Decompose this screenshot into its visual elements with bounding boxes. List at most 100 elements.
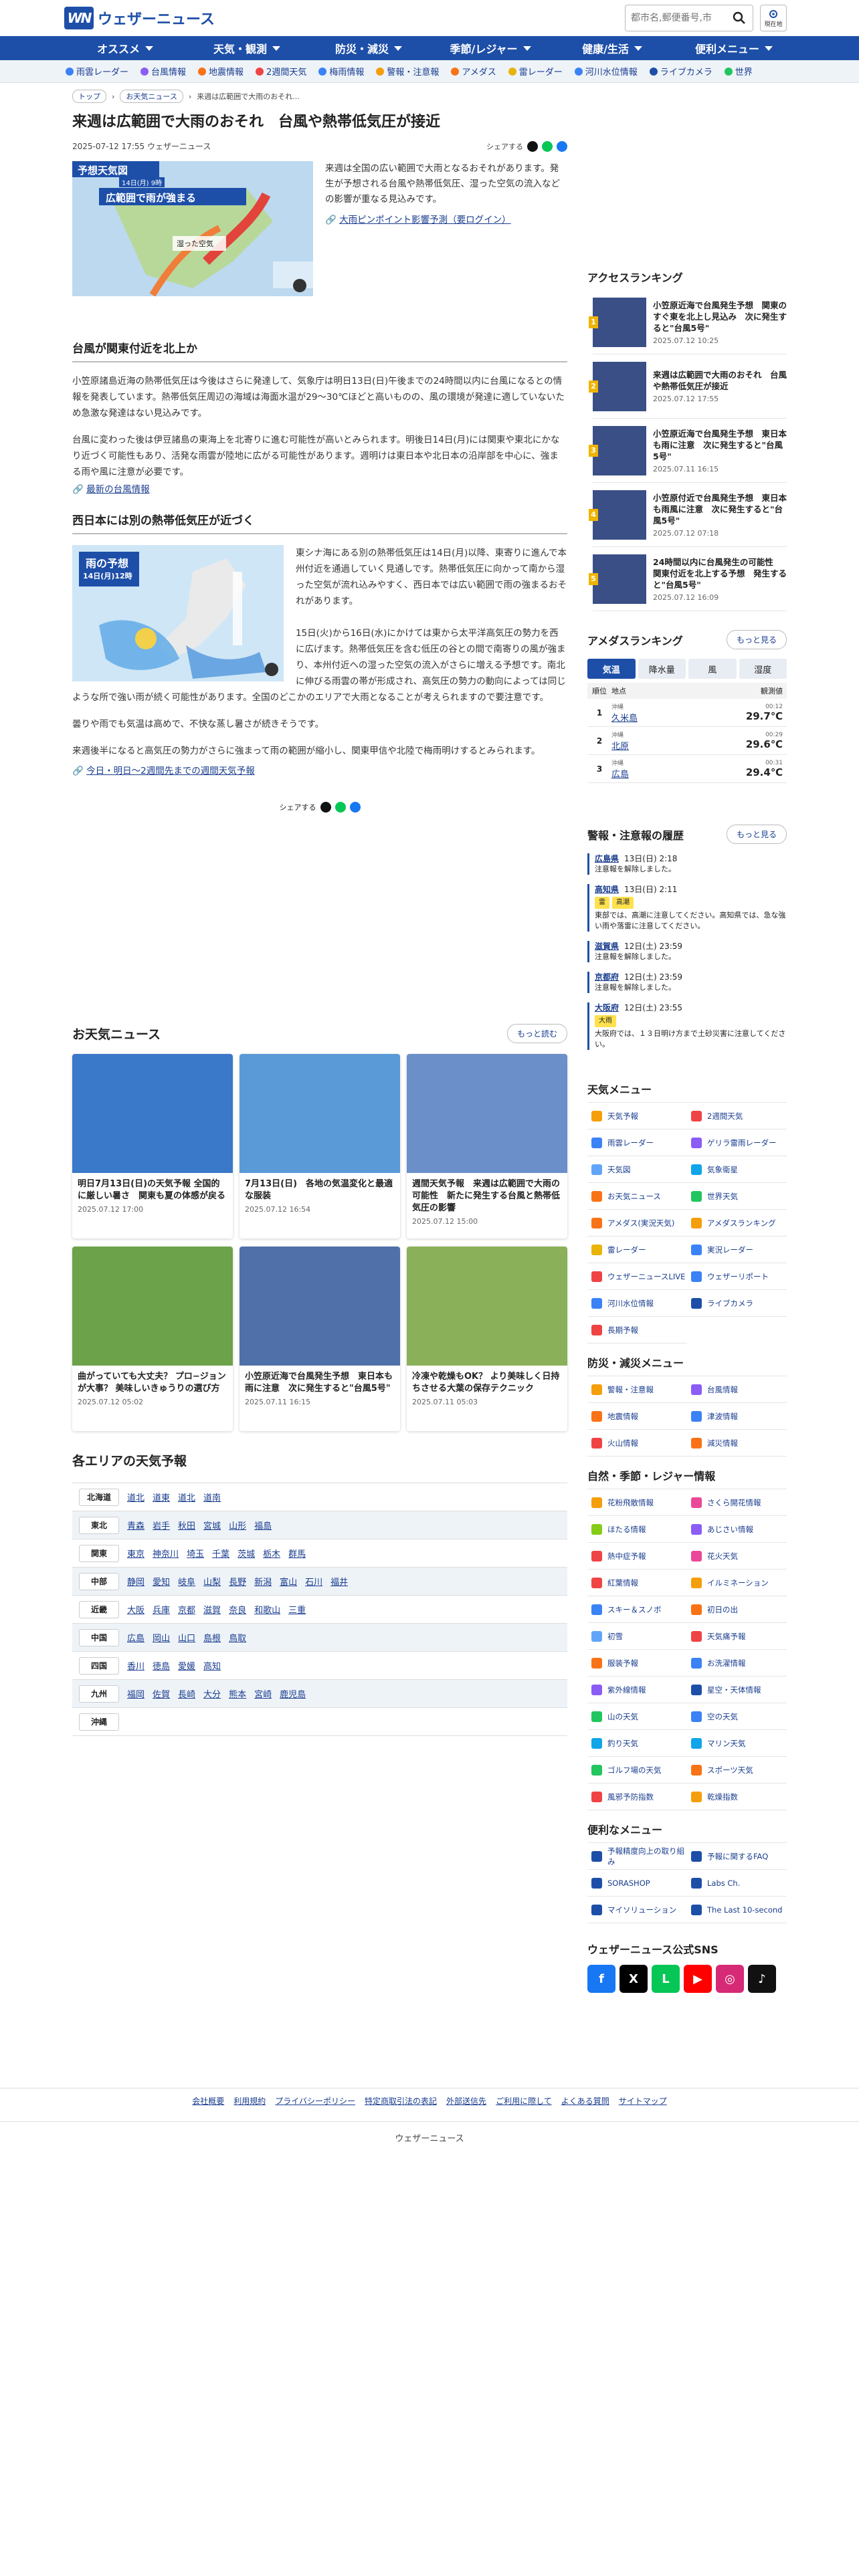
amedas-tab[interactable]: 風 xyxy=(688,659,737,679)
menu-item[interactable]: 警報・注意報 xyxy=(587,1376,687,1403)
area-pref-link[interactable]: 島根 xyxy=(203,1631,221,1644)
area-pref-link[interactable]: 石川 xyxy=(305,1575,322,1588)
area-pref-link[interactable]: 兵庫 xyxy=(153,1603,170,1616)
area-pref-link[interactable]: 栃木 xyxy=(263,1547,280,1560)
current-location-button[interactable]: 現在地 xyxy=(760,5,787,31)
menu-item[interactable]: 紅葉情報 xyxy=(587,1570,687,1596)
area-pref-link[interactable]: 道東 xyxy=(153,1491,170,1503)
area-pref-link[interactable]: 茨城 xyxy=(237,1547,255,1560)
subnav-item[interactable]: 雷レーダー xyxy=(507,62,564,80)
amedas-row[interactable]: 1 沖縄 久米島 00:12 29.7℃ xyxy=(587,699,787,727)
subnav-item[interactable]: 雨雲レーダー xyxy=(64,62,130,80)
area-pref-link[interactable]: 宮崎 xyxy=(254,1687,272,1700)
menu-item[interactable]: 減災情報 xyxy=(687,1430,787,1457)
menu-item[interactable]: Labs Ch. xyxy=(687,1870,787,1897)
menu-item[interactable]: 津波情報 xyxy=(687,1403,787,1430)
subnav-item[interactable]: 梅雨情報 xyxy=(317,62,365,80)
menu-item[interactable]: スキー＆スノボ xyxy=(587,1596,687,1623)
news-card[interactable]: 冷凍や乾燥もOK？ より美味しく日持ちさせる大葉の保存テクニック 2025.07.… xyxy=(407,1247,567,1431)
menu-item[interactable]: 予報精度向上の取り組み xyxy=(587,1843,687,1870)
warning-item[interactable]: 大阪府 12日(土) 23:55 大雨 大阪府では、１３日明け方まで土砂災害に注意して… xyxy=(587,1002,787,1050)
subnav-item[interactable]: ライブカメラ xyxy=(648,62,714,80)
news-card[interactable]: 7月13日(日) 各地の気温変化と最適な服装 2025.07.12 16:54 xyxy=(240,1054,400,1239)
gnav-item[interactable]: 季節/レジャー xyxy=(430,36,551,60)
menu-item[interactable]: 火山情報 xyxy=(587,1430,687,1457)
area-pref-link[interactable]: 岐阜 xyxy=(178,1575,195,1588)
area-pref-link[interactable]: 神奈川 xyxy=(153,1547,179,1560)
warning-item[interactable]: 京都府 12日(土) 23:59 注意報を解除しました。 xyxy=(587,972,787,993)
share-facebook-icon[interactable] xyxy=(349,802,361,813)
area-pref-link[interactable]: 岩手 xyxy=(153,1519,170,1531)
area-pref-link[interactable]: 三重 xyxy=(288,1603,306,1616)
area-pref-link[interactable]: 秋田 xyxy=(178,1519,195,1531)
area-pref-link[interactable]: 岡山 xyxy=(153,1631,170,1644)
area-pref-link[interactable]: 東京 xyxy=(127,1547,145,1560)
footer-link[interactable]: サイトマップ xyxy=(619,2095,667,2107)
menu-item[interactable]: 熱中症予報 xyxy=(587,1543,687,1570)
warning-item[interactable]: 滋賀県 12日(土) 23:59 注意報を解除しました。 xyxy=(587,941,787,962)
warning-place[interactable]: 大阪府 xyxy=(595,1002,619,1013)
subnav-item[interactable]: 警報・注意報 xyxy=(375,62,440,80)
menu-item[interactable]: 長期予報 xyxy=(587,1317,687,1344)
breadcrumb-top[interactable]: トップ xyxy=(72,90,106,103)
warning-place[interactable]: 高知県 xyxy=(595,884,619,895)
menu-item[interactable]: 予報に関するFAQ xyxy=(687,1843,787,1870)
amedas-place[interactable]: 広島 xyxy=(611,767,733,780)
footer-link[interactable]: 外部送信先 xyxy=(446,2095,486,2107)
menu-item[interactable]: 世界天気 xyxy=(687,1183,787,1210)
tiktok-icon[interactable]: ♪ xyxy=(748,1965,776,1993)
menu-item[interactable]: 山の天気 xyxy=(587,1703,687,1730)
menu-item[interactable]: 花火天気 xyxy=(687,1543,787,1570)
menu-item[interactable]: さくら開花情報 xyxy=(687,1489,787,1516)
subnav-item[interactable]: 世界 xyxy=(723,62,754,80)
footer-link[interactable]: 会社概要 xyxy=(192,2095,224,2107)
footer-link[interactable]: よくある質問 xyxy=(561,2095,609,2107)
area-pref-link[interactable]: 熊本 xyxy=(229,1687,246,1700)
instagram-icon[interactable]: ◎ xyxy=(716,1965,744,1993)
menu-item[interactable]: ウェザーニュースLIVE xyxy=(587,1263,687,1290)
search-input[interactable] xyxy=(626,13,726,23)
area-pref-link[interactable]: 広島 xyxy=(127,1631,145,1644)
menu-item[interactable]: 初日の出 xyxy=(687,1596,787,1623)
menu-item[interactable]: ウェザーリポート xyxy=(687,1263,787,1290)
menu-item[interactable]: 台風情報 xyxy=(687,1376,787,1403)
area-pref-link[interactable]: 鳥取 xyxy=(229,1631,246,1644)
menu-item[interactable]: 河川水位情報 xyxy=(587,1290,687,1317)
area-pref-link[interactable]: 宮城 xyxy=(203,1519,221,1531)
area-pref-link[interactable]: 奈良 xyxy=(229,1603,246,1616)
menu-item[interactable]: アメダス(実況天気) xyxy=(587,1210,687,1237)
area-pref-link[interactable]: 鹿児島 xyxy=(280,1687,306,1700)
warning-place[interactable]: 滋賀県 xyxy=(595,941,619,952)
share-x-icon[interactable] xyxy=(527,140,538,152)
area-pref-link[interactable]: 福島 xyxy=(254,1519,272,1531)
area-pref-link[interactable]: 山口 xyxy=(178,1631,195,1644)
warning-item[interactable]: 高知県 13日(日) 2:11 雷高潮 東部では、高潮に注意してください。高知県では、… xyxy=(587,884,787,932)
menu-item[interactable]: 紫外線情報 xyxy=(587,1677,687,1703)
x-icon[interactable]: X xyxy=(619,1965,648,1993)
footer-link[interactable]: 特定商取引法の表記 xyxy=(365,2095,437,2107)
rain-map-image[interactable]: 雨の予想 14日(月)12時 xyxy=(72,545,284,681)
menu-item[interactable]: イルミネーション xyxy=(687,1570,787,1596)
gnav-item[interactable]: 便利メニュー xyxy=(673,36,795,60)
area-pref-link[interactable]: 新潟 xyxy=(254,1575,272,1588)
area-pref-link[interactable]: 山形 xyxy=(229,1519,246,1531)
area-pref-link[interactable]: 千葉 xyxy=(212,1547,229,1560)
news-card[interactable]: 週間天気予報 来週は広範囲で大雨の可能性 新たに発生する台風と熱帯低気圧の影響 2… xyxy=(407,1054,567,1239)
menu-item[interactable]: マイソリューション xyxy=(587,1897,687,1923)
menu-item[interactable]: 星空・天体情報 xyxy=(687,1677,787,1703)
amedas-tab[interactable]: 気温 xyxy=(587,659,636,679)
amedas-place[interactable]: 北原 xyxy=(611,739,733,752)
line-icon[interactable]: L xyxy=(652,1965,680,1993)
menu-item[interactable]: ライブカメラ xyxy=(687,1290,787,1317)
share-line-icon[interactable] xyxy=(335,802,346,813)
area-pref-link[interactable]: 長崎 xyxy=(178,1687,195,1700)
amedas-tab[interactable]: 湿度 xyxy=(739,659,787,679)
menu-item[interactable]: お天気ニュース xyxy=(587,1183,687,1210)
weekly-forecast-link[interactable]: 今日・明日～2週間先までの週間天気予報 xyxy=(86,766,255,776)
facebook-icon[interactable]: f xyxy=(587,1965,615,1993)
menu-item[interactable]: スポーツ天気 xyxy=(687,1757,787,1784)
area-pref-link[interactable]: 道北 xyxy=(127,1491,145,1503)
area-pref-link[interactable]: 高知 xyxy=(203,1659,221,1672)
ranking-item[interactable]: 2 来週は広範囲で大雨のおそれ 台風や熱帯低気圧が接近 2025.07.12 17:… xyxy=(589,354,787,419)
menu-item[interactable]: 地震情報 xyxy=(587,1403,687,1430)
